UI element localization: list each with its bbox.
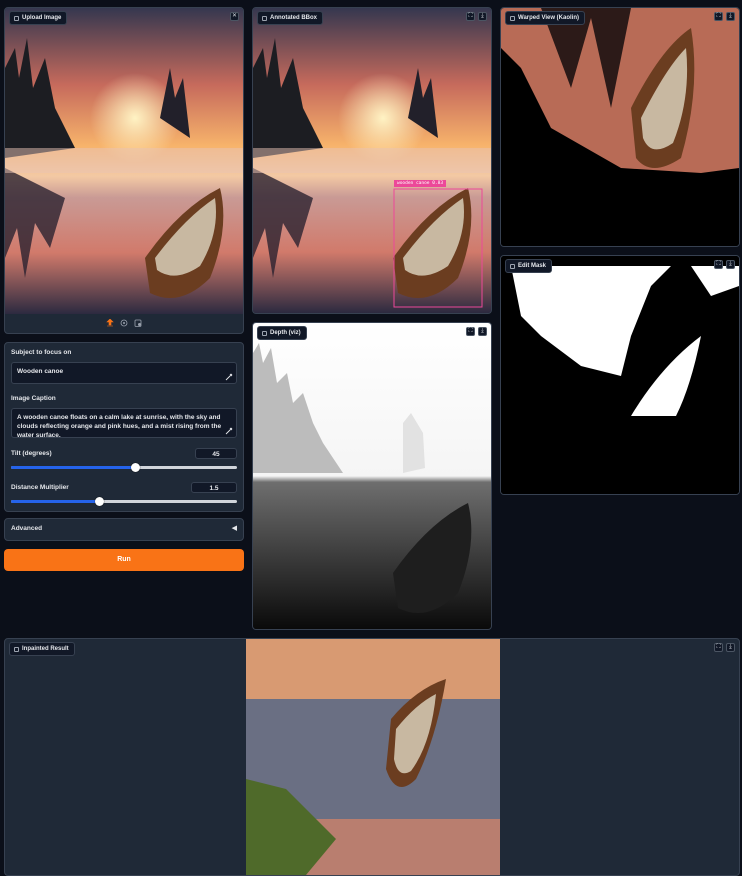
- download-button[interactable]: ⤓: [726, 260, 735, 269]
- tilt-slider-fill: [11, 466, 136, 469]
- clear-image-button[interactable]: ✕: [230, 12, 239, 21]
- tilt-number-input[interactable]: 45: [195, 448, 237, 459]
- collapse-arrow-icon: ◀: [231, 525, 237, 532]
- warped-image: [501, 8, 739, 246]
- fullscreen-button[interactable]: ⛶: [466, 12, 475, 21]
- tilt-slider-thumb[interactable]: [131, 463, 141, 472]
- upload-image-preview: [5, 8, 243, 314]
- advanced-label: Advanced: [11, 525, 43, 532]
- advanced-accordion[interactable]: Advanced ◀: [4, 518, 244, 541]
- distance-slider-thumb[interactable]: [95, 497, 105, 506]
- tilt-slider[interactable]: [11, 463, 237, 472]
- controls-panel: Subject to focus on Wooden canoe Image C…: [4, 342, 244, 512]
- run-button-label: Run: [117, 556, 131, 563]
- image-icon: [14, 15, 19, 21]
- inpainted-result-label: Inpainted Result: [9, 642, 75, 656]
- upload-source-icons: [106, 319, 142, 327]
- fullscreen-button[interactable]: ⛶: [714, 643, 723, 652]
- pencil-icon: [225, 427, 233, 435]
- image-icon: [510, 15, 515, 21]
- inpainted-image: [246, 639, 500, 875]
- caption-label: Image Caption: [11, 395, 56, 402]
- download-button[interactable]: ⤓: [478, 327, 487, 336]
- annotated-image: [253, 8, 491, 313]
- upload-image-label: Upload Image: [9, 11, 68, 25]
- subject-label: Subject to focus on: [11, 349, 72, 356]
- image-icon: [14, 646, 19, 652]
- warped-view-panel: Warped View (Kaolin) ⛶ ⤓: [500, 7, 740, 247]
- image-icon: [262, 330, 267, 336]
- distance-number-input[interactable]: 1.5: [191, 482, 237, 493]
- annotated-bbox-label: Annotated BBox: [257, 11, 323, 25]
- depth-image: [253, 323, 491, 629]
- subject-input-text: Wooden canoe: [17, 368, 64, 375]
- edit-mask-panel: Edit Mask ⛶ ⤓: [500, 255, 740, 495]
- upload-image-panel[interactable]: Upload Image ✕: [4, 7, 244, 334]
- depth-label: Depth (viz): [257, 326, 307, 340]
- fullscreen-button[interactable]: ⛶: [714, 260, 723, 269]
- subject-input[interactable]: Wooden canoe: [11, 362, 237, 384]
- fullscreen-button[interactable]: ⛶: [714, 12, 723, 21]
- download-button[interactable]: ⤓: [726, 12, 735, 21]
- distance-label: Distance Multiplier: [11, 484, 69, 491]
- edit-mask-image: [501, 256, 739, 494]
- image-icon: [510, 263, 515, 269]
- download-button[interactable]: ⤓: [726, 643, 735, 652]
- edit-mask-label: Edit Mask: [505, 259, 553, 273]
- annotated-bbox-panel: wooden canoe 0.83 Annotated BBox ⛶ ⤓: [252, 7, 492, 314]
- fullscreen-button[interactable]: ⛶: [466, 327, 475, 336]
- upload-icon[interactable]: [106, 319, 114, 327]
- clipboard-icon[interactable]: [134, 319, 142, 327]
- bbox-label-tag: wooden canoe 0.83: [394, 180, 447, 187]
- download-button[interactable]: ⤓: [478, 12, 487, 21]
- image-icon: [262, 15, 267, 21]
- depth-panel: Depth (viz) ⛶ ⤓: [252, 322, 492, 630]
- inpainted-result-panel: Inpainted Result ⛶ ⤓: [4, 638, 740, 876]
- warped-view-label: Warped View (Kaolin): [505, 11, 586, 25]
- distance-slider-fill: [11, 500, 100, 503]
- webcam-icon[interactable]: [120, 319, 128, 327]
- tilt-label: Tilt (degrees): [11, 450, 52, 457]
- distance-slider[interactable]: [11, 497, 237, 506]
- caption-input-text: A wooden canoe floats on a calm lake at …: [17, 414, 222, 439]
- caption-input[interactable]: A wooden canoe floats on a calm lake at …: [11, 408, 237, 439]
- run-button[interactable]: Run: [4, 549, 244, 571]
- pencil-icon: [225, 373, 233, 381]
